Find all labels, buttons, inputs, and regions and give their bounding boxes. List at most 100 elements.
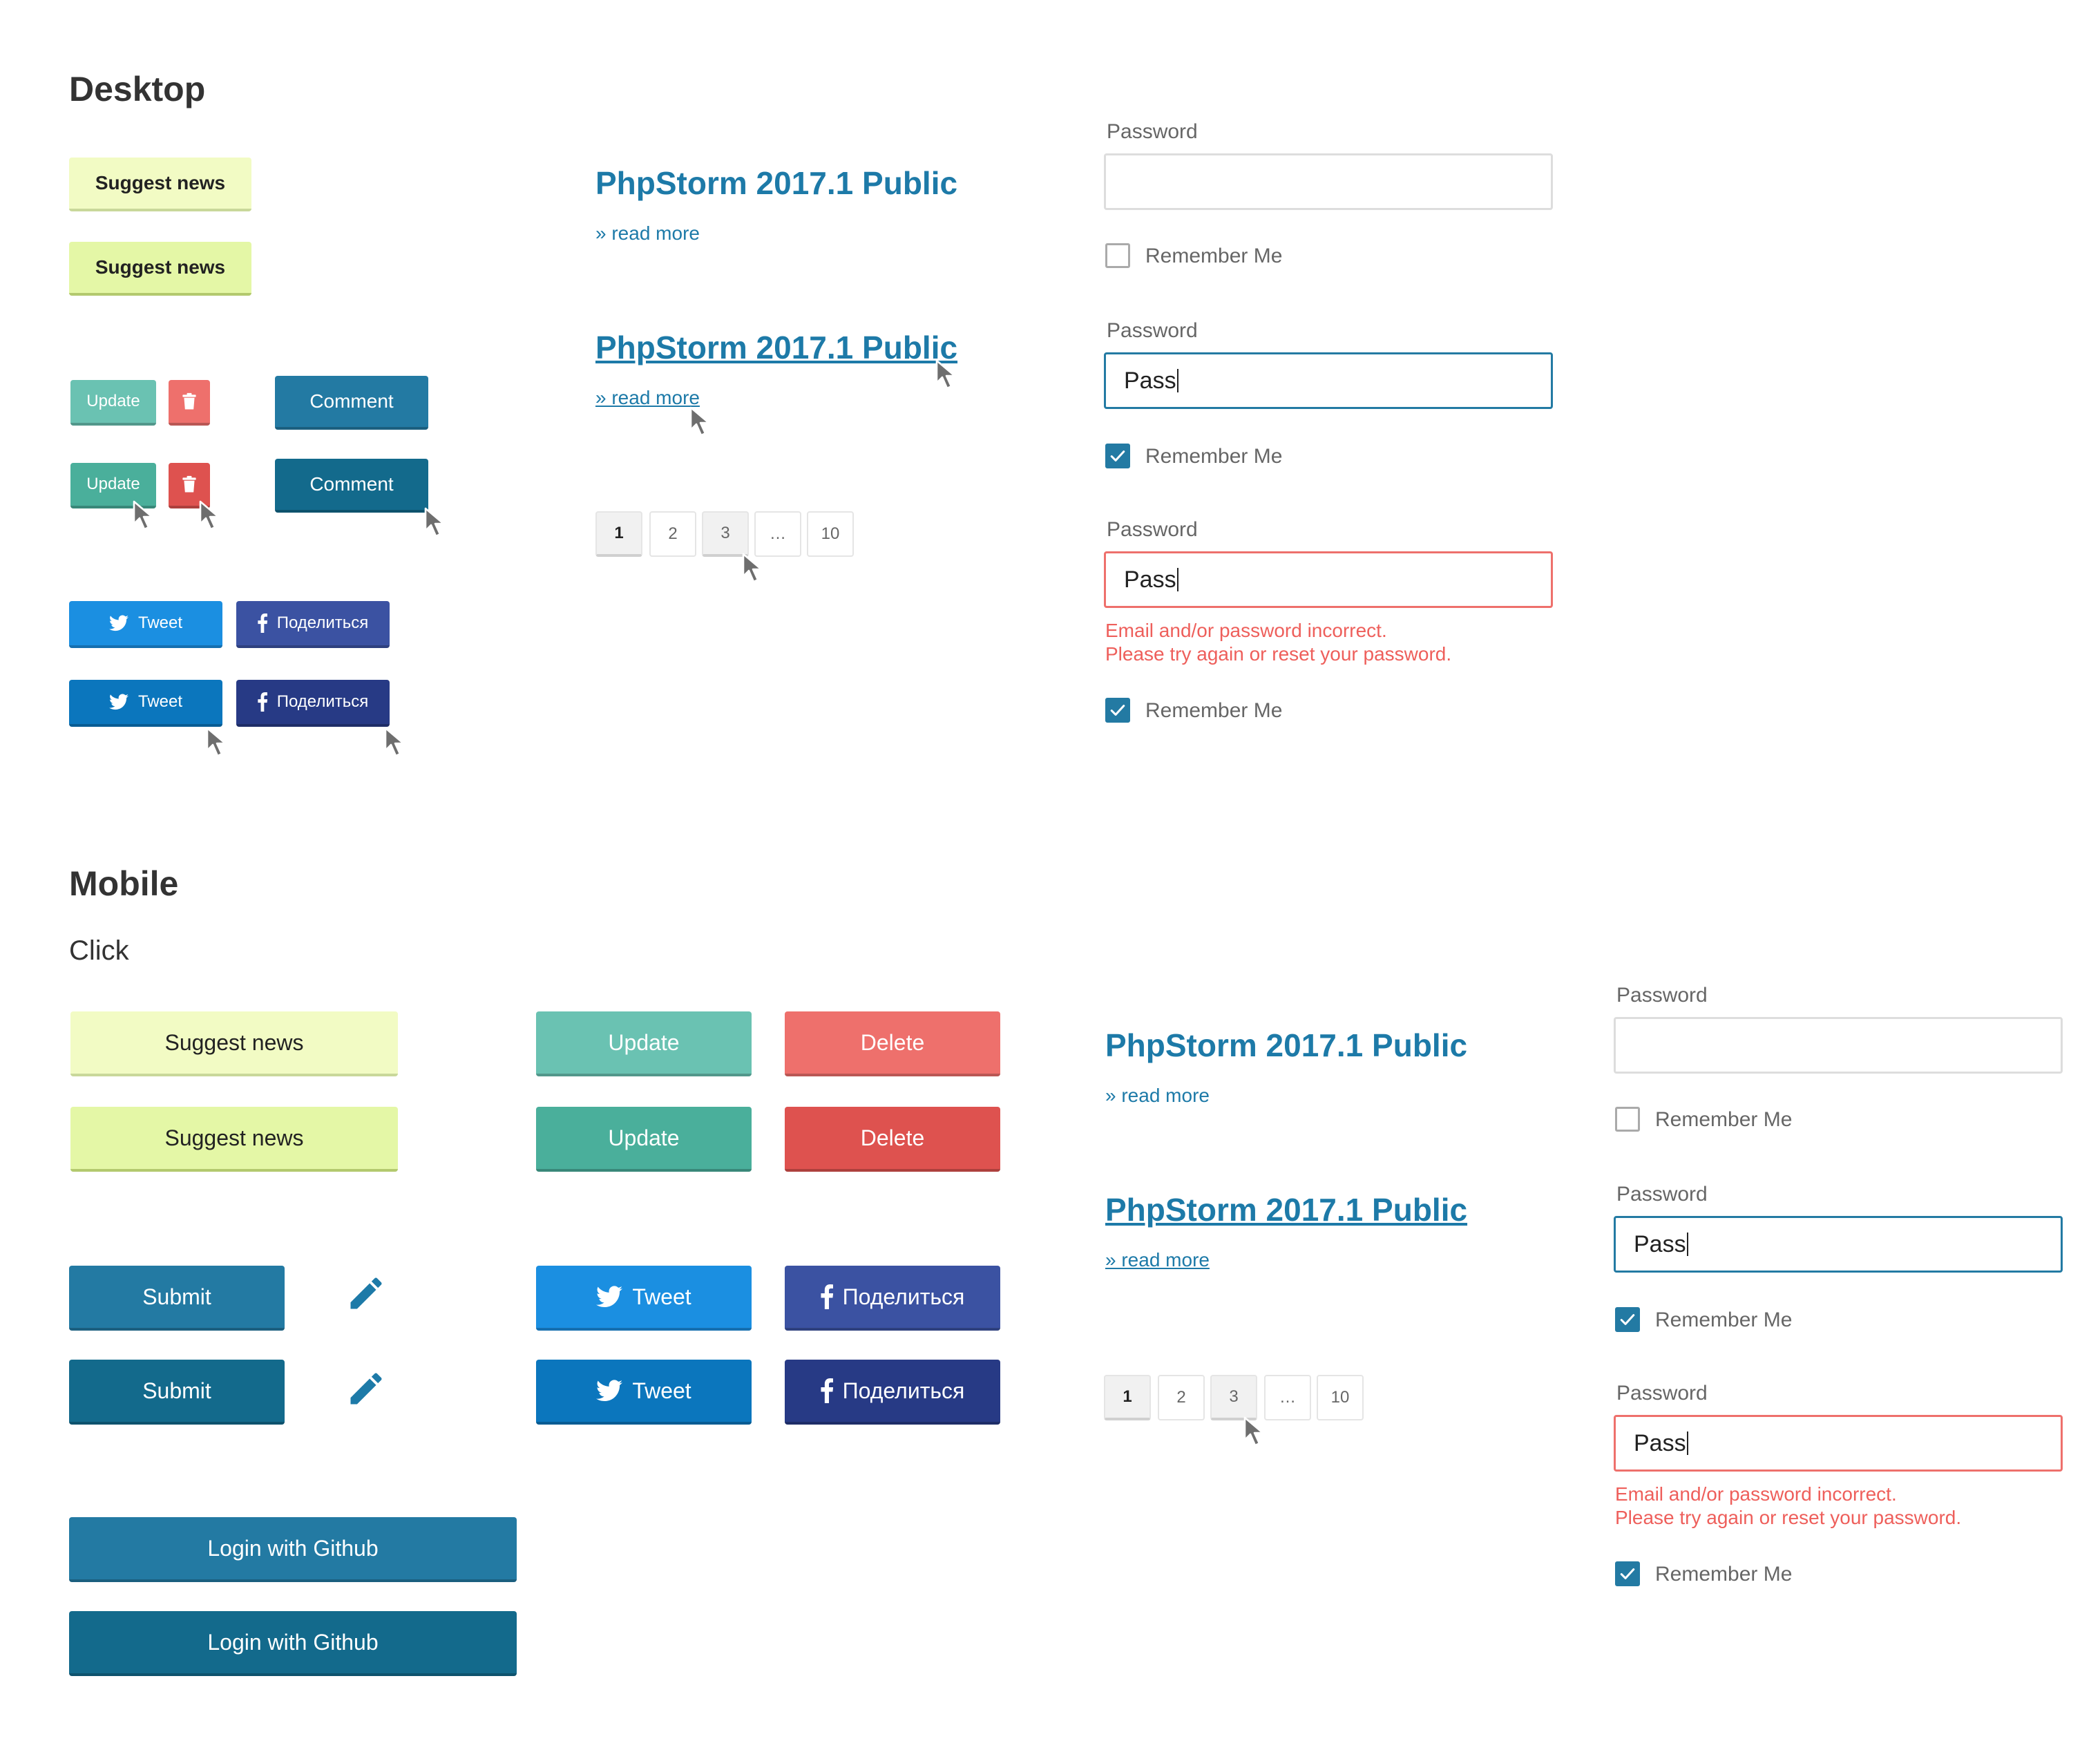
cursor-icon — [689, 406, 713, 438]
page-1[interactable]: 1 — [595, 511, 642, 557]
check-icon — [1618, 1564, 1637, 1583]
share-label: Поделиться — [276, 613, 369, 632]
update-label: Update — [86, 475, 140, 493]
submit-label: Submit — [142, 1378, 211, 1403]
page-ellipsis[interactable]: … — [754, 511, 801, 557]
twitter-icon — [109, 615, 128, 631]
page-2[interactable]: 2 — [649, 511, 696, 557]
pencil-icon[interactable] — [345, 1273, 387, 1314]
facebook-icon — [821, 1284, 833, 1309]
password-input-error[interactable]: Pass — [1104, 551, 1553, 608]
tweet-button-pressed[interactable]: Tweet — [536, 1360, 752, 1425]
password-input-error[interactable]: Pass — [1614, 1415, 2063, 1472]
share-label: Поделиться — [276, 692, 369, 711]
tweet-label: Tweet — [137, 613, 183, 632]
suggest-news-button[interactable]: Suggest news — [70, 1011, 398, 1076]
cursor-icon — [1243, 1416, 1267, 1448]
check-icon — [1108, 701, 1127, 720]
update-button[interactable]: Update — [536, 1011, 752, 1076]
twitter-icon — [596, 1286, 622, 1308]
submit-button-pressed[interactable]: Submit — [69, 1360, 285, 1425]
remember-checkbox[interactable] — [1105, 243, 1130, 268]
error-message-line2: Please try again or reset your password. — [1615, 1507, 1962, 1528]
twitter-icon — [109, 694, 128, 710]
password-label: Password — [1107, 120, 1198, 143]
article-title-link[interactable]: PhpStorm 2017.1 Public — [595, 164, 957, 202]
password-input-focused[interactable]: Pass — [1104, 352, 1553, 409]
read-more-link-hover[interactable]: » read more — [595, 387, 700, 409]
suggest-news-button-pressed[interactable]: Suggest news — [70, 1107, 398, 1172]
password-label: Password — [1107, 319, 1198, 342]
error-message-line1: Email and/or password incorrect. — [1105, 620, 1387, 641]
password-input-focused[interactable]: Pass — [1614, 1216, 2063, 1273]
remember-checkbox-checked[interactable] — [1615, 1561, 1640, 1586]
share-button[interactable]: Поделиться — [785, 1266, 1000, 1331]
tweet-button[interactable]: Tweet — [69, 601, 222, 648]
comment-label: Comment — [309, 390, 394, 412]
error-message-line2: Please try again or reset your password. — [1105, 643, 1452, 665]
read-more-link[interactable]: » read more — [1105, 1085, 1210, 1107]
cursor-icon — [742, 553, 765, 584]
login-github-button[interactable]: Login with Github — [69, 1517, 517, 1582]
page-ellipsis[interactable]: … — [1264, 1375, 1311, 1420]
share-button[interactable]: Поделиться — [236, 601, 390, 648]
remember-checkbox-checked[interactable] — [1105, 698, 1130, 723]
check-icon — [1618, 1310, 1637, 1329]
submit-button[interactable]: Submit — [69, 1266, 285, 1331]
update-button-pressed[interactable]: Update — [536, 1107, 752, 1172]
tweet-label: Tweet — [632, 1378, 691, 1403]
share-button-pressed[interactable]: Поделиться — [785, 1360, 1000, 1425]
delete-label: Delete — [860, 1029, 925, 1055]
password-label: Password — [1616, 984, 1708, 1007]
article-title-link-pressed[interactable]: PhpStorm 2017.1 Public — [1105, 1191, 1467, 1228]
remember-checkbox-checked[interactable] — [1615, 1307, 1640, 1332]
page-10[interactable]: 10 — [1317, 1375, 1364, 1420]
remember-label: Remember Me — [1145, 699, 1283, 722]
cursor-icon — [133, 500, 156, 532]
page-10[interactable]: 10 — [807, 511, 854, 557]
read-more-link-pressed[interactable]: » read more — [1105, 1249, 1210, 1271]
share-label: Поделиться — [842, 1378, 965, 1403]
remember-label: Remember Me — [1655, 1563, 1793, 1586]
update-label: Update — [608, 1125, 680, 1150]
update-button[interactable]: Update — [70, 380, 156, 426]
password-input[interactable] — [1104, 153, 1553, 210]
facebook-icon — [258, 692, 267, 712]
tweet-label: Tweet — [137, 692, 183, 711]
share-button-hover[interactable]: Поделиться — [236, 680, 390, 727]
suggest-news-label: Suggest news — [164, 1125, 304, 1150]
delete-button[interactable] — [169, 380, 210, 426]
password-input[interactable] — [1614, 1017, 2063, 1074]
remember-label: Remember Me — [1145, 245, 1283, 267]
page-3[interactable]: 3 — [1210, 1375, 1257, 1420]
remember-checkbox-checked[interactable] — [1105, 444, 1130, 468]
suggest-news-button[interactable]: Suggest news — [69, 158, 251, 211]
facebook-icon — [821, 1378, 833, 1403]
text-caret — [1686, 1233, 1688, 1256]
cursor-icon — [384, 727, 408, 759]
tweet-button[interactable]: Tweet — [536, 1266, 752, 1331]
delete-label: Delete — [860, 1125, 925, 1150]
delete-button[interactable]: Delete — [785, 1011, 1000, 1076]
page-3[interactable]: 3 — [702, 511, 749, 557]
remember-checkbox[interactable] — [1615, 1107, 1640, 1132]
suggest-news-label: Suggest news — [95, 256, 226, 278]
tweet-button-hover[interactable]: Tweet — [69, 680, 222, 727]
suggest-news-button-hover[interactable]: Suggest news — [69, 242, 251, 296]
page-1[interactable]: 1 — [1104, 1375, 1151, 1420]
page-2[interactable]: 2 — [1158, 1375, 1205, 1420]
password-value: Pass — [1124, 566, 1176, 593]
password-label: Password — [1107, 518, 1198, 541]
update-label: Update — [86, 392, 140, 410]
comment-button-hover[interactable]: Comment — [275, 459, 428, 513]
pencil-icon[interactable] — [345, 1368, 387, 1409]
comment-label: Comment — [309, 473, 394, 495]
delete-button-pressed[interactable]: Delete — [785, 1107, 1000, 1172]
update-label: Update — [608, 1029, 680, 1055]
comment-button[interactable]: Comment — [275, 376, 428, 430]
article-title-link-hover[interactable]: PhpStorm 2017.1 Public — [595, 329, 957, 366]
read-more-link[interactable]: » read more — [595, 222, 700, 245]
desktop-heading: Desktop — [69, 70, 206, 108]
article-title-link[interactable]: PhpStorm 2017.1 Public — [1105, 1027, 1467, 1064]
login-github-button-pressed[interactable]: Login with Github — [69, 1611, 517, 1676]
